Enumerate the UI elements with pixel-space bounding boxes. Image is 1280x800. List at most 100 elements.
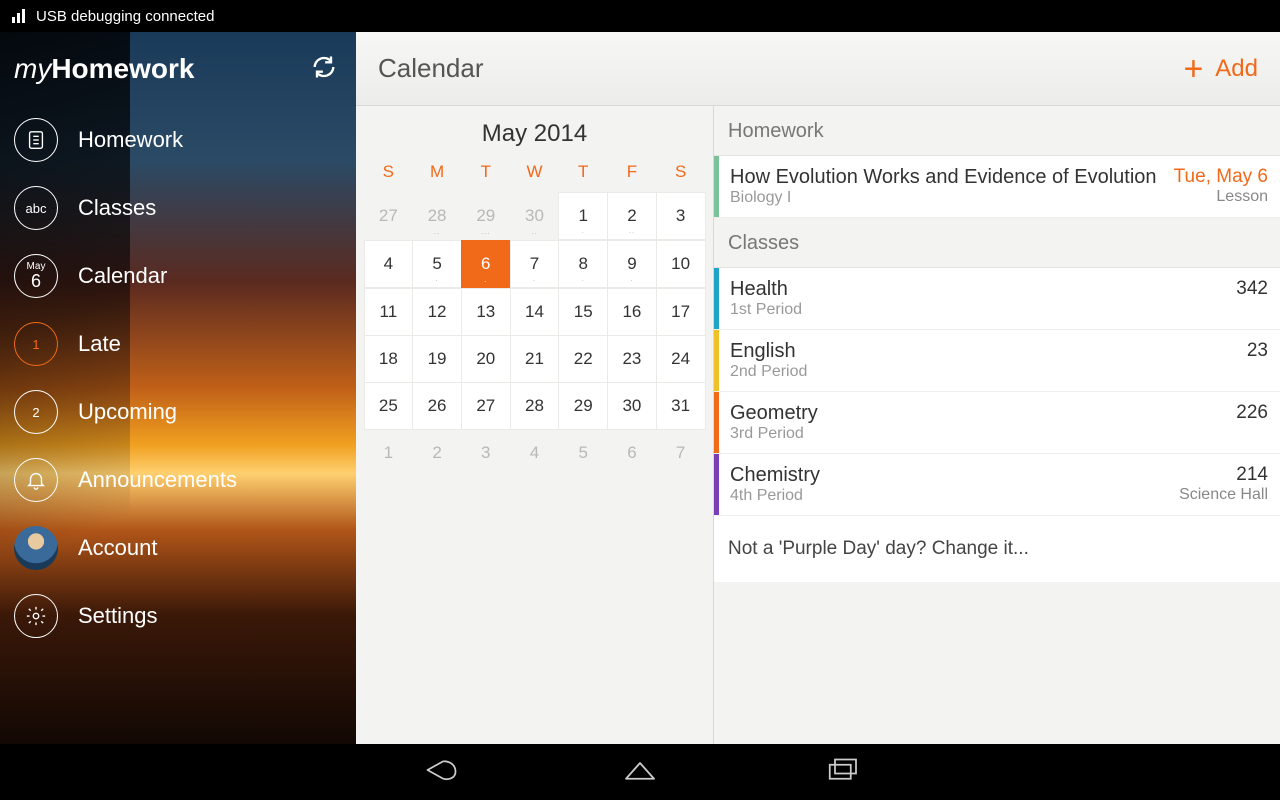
avatar-icon [14, 526, 58, 570]
page-title: Calendar [378, 53, 484, 84]
sidebar-item-late[interactable]: 1 Late [0, 310, 356, 378]
calendar-dow-cell: W [510, 162, 559, 182]
homework-icon [14, 118, 58, 162]
calendar-day-cell[interactable]: 27 [364, 192, 413, 240]
calendar-day-cell[interactable]: 25 [364, 382, 414, 430]
sidebar-item-classes[interactable]: abc Classes [0, 174, 356, 242]
class-row[interactable]: Health1st Period342 [714, 268, 1280, 330]
calendar-day-cell[interactable]: 3 [461, 429, 510, 477]
bell-icon [14, 458, 58, 502]
refresh-icon[interactable] [310, 53, 338, 86]
calendar-dow-cell: M [413, 162, 462, 182]
gear-icon [14, 594, 58, 638]
calendar-icon: May 6 [14, 254, 58, 298]
calendar-day-cell[interactable]: 26 [412, 382, 462, 430]
class-row[interactable]: Chemistry4th Period214Science Hall [714, 454, 1280, 516]
calendar-day-cell[interactable]: 24 [656, 335, 706, 383]
class-room: 226 [1236, 402, 1268, 424]
app-logo: myHomework [14, 53, 194, 86]
calendar-day-cell[interactable]: 10 [656, 240, 706, 288]
sidebar-item-homework[interactable]: Homework [0, 106, 356, 174]
calendar-weekday-row: SMTWTFS [356, 162, 713, 192]
calendar-day-cell[interactable]: 28 [510, 382, 560, 430]
calendar-month-title: May 2014 [356, 120, 713, 148]
calendar-day-cell[interactable]: 30.. [510, 192, 559, 240]
color-bar [714, 156, 719, 217]
calendar-grid: 2728..29...30..1.2..345.6.7.8.9.10111213… [356, 192, 713, 477]
calendar-dow-cell: S [656, 162, 705, 182]
sidebar-item-announcements[interactable]: Announcements [0, 446, 356, 514]
class-period: 1st Period [730, 301, 1224, 319]
calendar-day-cell[interactable]: 31 [656, 382, 706, 430]
class-period: 4th Period [730, 487, 1167, 505]
calendar-day-cell[interactable]: 13 [461, 288, 511, 336]
detail-panel: Homework How Evolution Works and Evidenc… [714, 106, 1280, 744]
add-label: Add [1215, 55, 1258, 83]
android-status-bar: USB debugging connected [0, 0, 1280, 32]
sidebar-item-calendar[interactable]: May 6 Calendar [0, 242, 356, 310]
status-text: USB debugging connected [36, 8, 214, 25]
calendar-day-cell[interactable]: 1. [558, 192, 608, 240]
homework-type: Lesson [1174, 188, 1268, 206]
calendar-day-cell[interactable]: 7. [510, 240, 560, 288]
calendar-day-cell[interactable]: 30 [607, 382, 657, 430]
calendar-day-cell[interactable]: 5 [559, 429, 608, 477]
calendar-day-cell[interactable]: 15 [558, 288, 608, 336]
calendar-day-cell[interactable]: 20 [461, 335, 511, 383]
calendar-day-cell[interactable]: 12 [412, 288, 462, 336]
change-day-type-link[interactable]: Not a 'Purple Day' day? Change it... [714, 516, 1280, 582]
class-name: Chemistry [730, 464, 1167, 487]
calendar-day-cell[interactable]: 6. [461, 240, 510, 288]
calendar-day-cell[interactable]: 21 [510, 335, 560, 383]
calendar-day-cell[interactable]: 29... [461, 192, 510, 240]
calendar-dow-cell: F [608, 162, 657, 182]
calendar-day-cell[interactable]: 19 [412, 335, 462, 383]
sidebar-item-upcoming[interactable]: 2 Upcoming [0, 378, 356, 446]
calendar-day-cell[interactable]: 3 [656, 192, 706, 240]
class-room: 342 [1236, 278, 1268, 300]
sidebar-item-label: Classes [78, 195, 156, 221]
calendar-day-cell[interactable]: 6 [608, 429, 657, 477]
add-button[interactable]: + Add [1183, 52, 1258, 86]
calendar-day-cell[interactable]: 22 [558, 335, 608, 383]
sidebar-item-settings[interactable]: Settings [0, 582, 356, 650]
home-icon[interactable] [619, 754, 661, 791]
calendar-day-cell[interactable]: 17 [656, 288, 706, 336]
color-bar [714, 268, 719, 329]
calendar-day-cell[interactable]: 23 [607, 335, 657, 383]
calendar-day-cell[interactable]: 4 [364, 240, 414, 288]
calendar-day-cell[interactable]: 7 [656, 429, 705, 477]
calendar-day-cell[interactable]: 11 [364, 288, 414, 336]
sidebar-item-label: Calendar [78, 263, 167, 289]
top-bar: Calendar + Add [356, 32, 1280, 106]
class-row[interactable]: English2nd Period23 [714, 330, 1280, 392]
sidebar-item-label: Account [78, 535, 158, 561]
calendar-day-cell[interactable]: 28.. [413, 192, 462, 240]
sidebar-item-label: Upcoming [78, 399, 177, 425]
back-icon[interactable] [417, 754, 459, 791]
color-bar [714, 454, 719, 515]
class-room: 23 [1247, 340, 1268, 362]
calendar-day-cell[interactable]: 1 [364, 429, 413, 477]
calendar-day-cell[interactable]: 18 [364, 335, 414, 383]
homework-row[interactable]: How Evolution Works and Evidence of Evol… [714, 156, 1280, 218]
calendar-day-cell[interactable]: 8. [558, 240, 608, 288]
calendar-dow-cell: T [559, 162, 608, 182]
homework-title: How Evolution Works and Evidence of Evol… [730, 166, 1162, 189]
calendar-day-cell[interactable]: 4 [510, 429, 559, 477]
recent-apps-icon[interactable] [821, 754, 863, 791]
class-row[interactable]: Geometry3rd Period226 [714, 392, 1280, 454]
class-name: Geometry [730, 402, 1224, 425]
calendar-day-cell[interactable]: 14 [510, 288, 560, 336]
calendar-day-cell[interactable]: 2 [413, 429, 462, 477]
class-location: Science Hall [1179, 486, 1268, 504]
class-name: English [730, 340, 1235, 363]
calendar-day-cell[interactable]: 5. [412, 240, 462, 288]
calendar-day-cell[interactable]: 2.. [607, 192, 657, 240]
calendar-day-cell[interactable]: 9. [607, 240, 657, 288]
calendar-day-cell[interactable]: 27 [461, 382, 511, 430]
calendar-day-cell[interactable]: 16 [607, 288, 657, 336]
upcoming-badge: 2 [14, 390, 58, 434]
calendar-day-cell[interactable]: 29 [558, 382, 608, 430]
sidebar-item-account[interactable]: Account [0, 514, 356, 582]
